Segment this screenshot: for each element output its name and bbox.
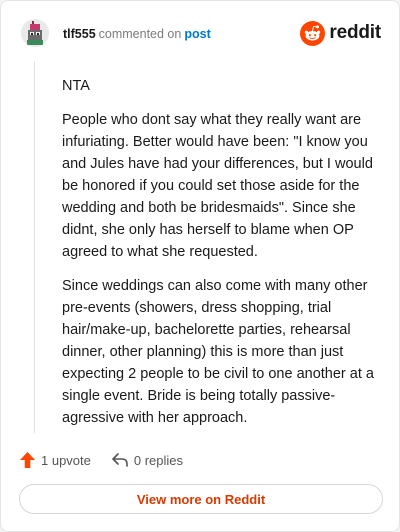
comment-meta: tlf555 commented on post <box>63 27 211 41</box>
thread-line[interactable] <box>34 61 35 433</box>
upvote-arrow-icon <box>20 452 35 468</box>
avatar-image <box>21 19 49 47</box>
view-more-on-reddit-button[interactable]: View more on Reddit <box>19 484 383 514</box>
reddit-brand[interactable]: reddit <box>300 19 381 47</box>
comment-paragraph-1: NTA <box>62 78 90 94</box>
reply-icon <box>112 453 128 467</box>
comment-embed-card: tlf555 commented on post reddit NTA People… <box>0 0 400 532</box>
post-link[interactable]: post <box>184 27 210 41</box>
reddit-wordmark: reddit <box>329 22 381 43</box>
reply-button[interactable]: 0 replies <box>111 452 183 468</box>
comment-paragraph-3: Since weddings can also come with many o… <box>62 278 374 426</box>
upvote-button[interactable]: 1 upvote <box>19 451 91 469</box>
avatar[interactable] <box>21 19 49 47</box>
upvote-count: 1 upvote <box>41 452 91 468</box>
comment-header: tlf555 commented on post reddit <box>21 19 381 49</box>
comment-paragraph-2: People who dont say what they really wan… <box>62 112 373 260</box>
commented-on-label: commented on <box>98 27 182 41</box>
comment-body: NTA People who dont say what they really… <box>62 75 374 441</box>
comment-actions: 1 upvote 0 replies <box>19 450 183 470</box>
username[interactable]: tlf555 <box>63 27 96 41</box>
reddit-logo-icon <box>300 20 326 46</box>
reply-count: 0 replies <box>133 452 184 468</box>
